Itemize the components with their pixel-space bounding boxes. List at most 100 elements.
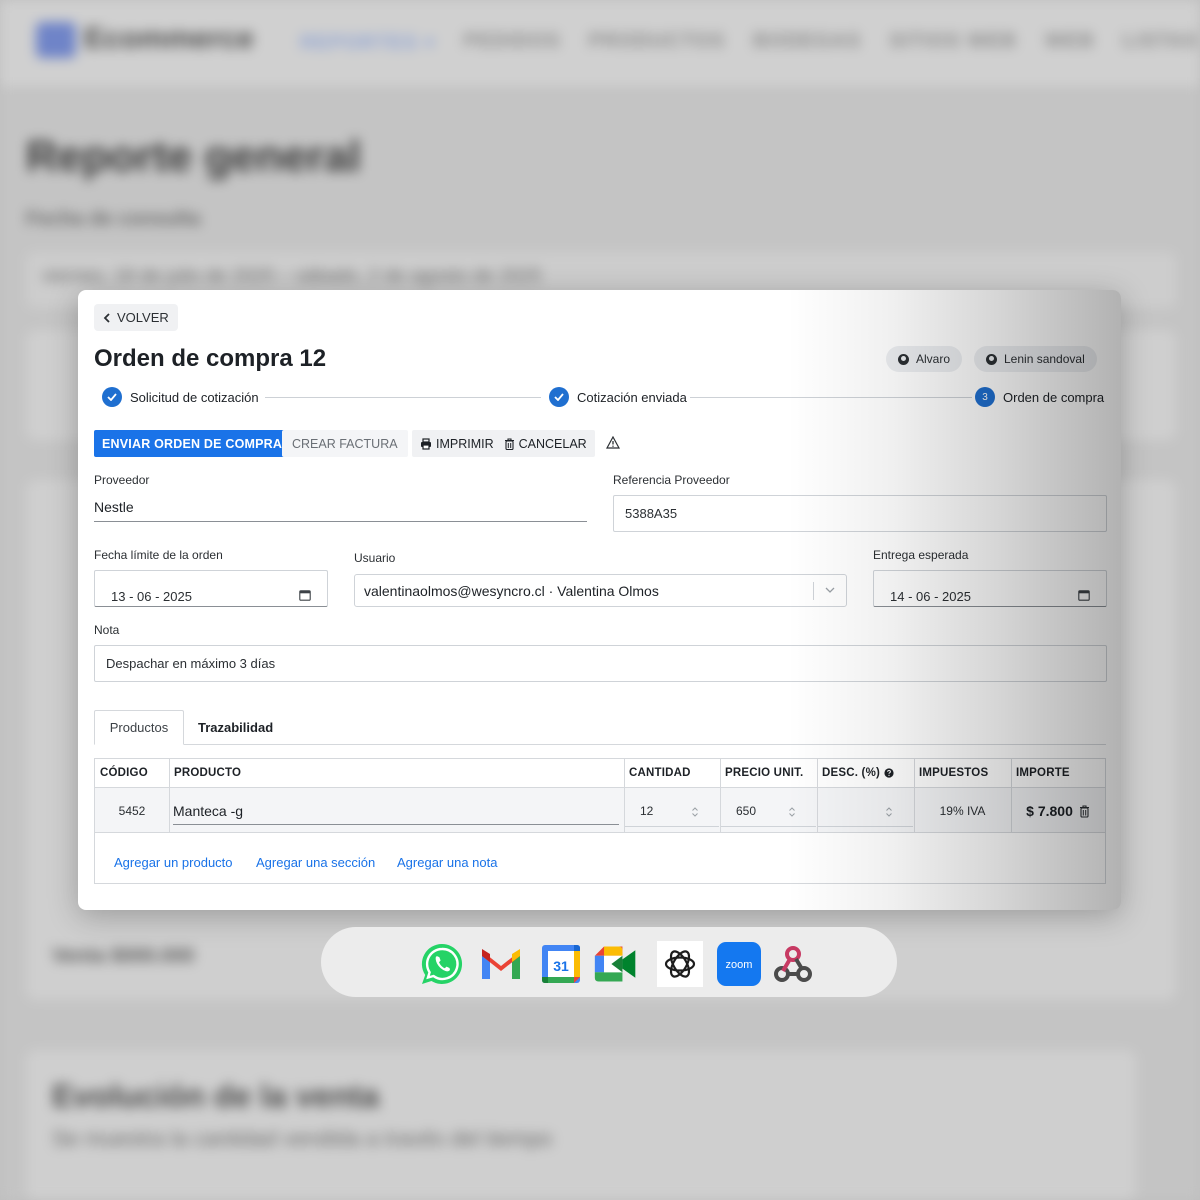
tab-traceability[interactable]: Trazabilidad	[198, 710, 273, 745]
step-label: Cotización enviada	[577, 389, 687, 405]
user-label: Usuario	[354, 551, 396, 565]
note-label: Nota	[94, 623, 120, 637]
note-field[interactable]: Despachar en máximo 3 días	[94, 645, 1107, 682]
bg-nav-item: PRODUCTOS	[588, 30, 726, 52]
stepper-line	[690, 397, 972, 398]
unit-price-stepper[interactable]: 650	[721, 795, 816, 827]
bg-nav-item: REPORTES ▾	[300, 32, 436, 54]
spinner-arrows-icon	[886, 807, 892, 817]
user-chip-label: Alvaro	[916, 352, 951, 366]
product-name-field[interactable]: Manteca -g	[173, 797, 619, 825]
step-label: Solicitud de cotización	[130, 389, 259, 405]
purchase-order-modal: VOLVER Orden de compra 12 Alvaro Lenin s…	[78, 290, 1121, 910]
user-chip-label: Lenin sandoval	[1004, 352, 1085, 366]
trash-icon[interactable]	[1079, 804, 1090, 818]
check-icon	[549, 387, 569, 407]
chevron-down-icon	[825, 587, 835, 593]
tab-products[interactable]: Productos	[94, 710, 184, 745]
google-meet-icon[interactable]	[593, 941, 639, 987]
supplier-ref-field[interactable]: 5388A35	[613, 495, 1107, 532]
unit-price-value: 650	[736, 803, 757, 818]
discount-stepper[interactable]	[818, 795, 913, 827]
column-divider	[624, 759, 625, 833]
deadline-value: 13 - 06 - 2025	[111, 589, 192, 604]
user-icon	[986, 353, 997, 365]
delivery-date-field[interactable]: 14 - 06 - 2025	[873, 570, 1107, 607]
user-select[interactable]: valentinaolmos@wesyncro.cl · Valentina O…	[354, 574, 847, 607]
cancel-button[interactable]: CANCELAR	[504, 437, 587, 451]
spinner-arrows-icon	[692, 807, 698, 817]
zoom-label: zoom	[726, 959, 753, 971]
bg-nav-item: SITIOS WEB	[889, 30, 1017, 52]
warning-icon[interactable]	[606, 436, 620, 449]
column-header: DESC. (%)	[817, 759, 914, 787]
whatsapp-icon[interactable]	[419, 941, 465, 987]
send-order-button[interactable]: ENVIAR ORDEN DE COMPRA	[94, 430, 291, 457]
column-divider	[169, 759, 170, 833]
google-calendar-icon[interactable]: 31	[538, 941, 584, 987]
zoom-icon[interactable]: zoom	[716, 941, 762, 987]
column-divider	[914, 759, 915, 833]
products-table: CÓDIGO PRODUCTO CANTIDAD PRECIO UNIT. DE…	[94, 758, 1106, 884]
add-note-link[interactable]: Agregar una nota	[397, 855, 497, 870]
add-section-link[interactable]: Agregar una sección	[256, 855, 375, 870]
spinner-arrows-icon	[789, 807, 795, 817]
column-divider	[817, 759, 818, 833]
step-label: Orden de compra	[1003, 389, 1105, 405]
bg-section-subtitle: Se muestra la cantidad vendida a través …	[52, 1126, 553, 1151]
trash-icon	[504, 437, 514, 450]
supplier-field[interactable]: Nestle	[94, 499, 587, 522]
back-button[interactable]: VOLVER	[94, 304, 178, 331]
printer-icon	[421, 437, 431, 450]
bg-nav-item: BODEGAS	[753, 30, 862, 52]
tax-value: 19% IVA	[939, 804, 986, 818]
column-header: CÓDIGO	[100, 767, 148, 779]
bg-logo-text: Ecommerce	[84, 22, 255, 55]
column-header: PRODUCTO	[174, 767, 242, 779]
print-button[interactable]: IMPRIMIR	[420, 437, 494, 451]
select-separator	[813, 582, 814, 600]
quantity-stepper[interactable]: 12	[625, 795, 719, 827]
cancel-label: CANCELAR	[518, 436, 587, 451]
chevron-left-icon	[103, 312, 110, 323]
table-row: 5452 Manteca -g 12 650 19% IVA $ 7.800	[95, 787, 1105, 833]
print-label: IMPRIMIR	[436, 436, 494, 451]
action-button-group: IMPRIMIR CANCELAR	[412, 430, 595, 457]
tab-bar: Productos Trazabilidad	[94, 710, 1106, 745]
bg-nav-items: REPORTES ▾ PEDIDOS PRODUCTOS BODEGAS SIT…	[300, 30, 1198, 55]
deadline-label: Fecha límite de la orden	[94, 548, 223, 562]
step-number: 3	[975, 387, 995, 407]
help-icon[interactable]	[884, 768, 894, 778]
back-label: VOLVER	[117, 310, 169, 325]
bg-page-title: Reporte general	[26, 132, 361, 181]
app-dock: 31 zoom	[321, 927, 897, 997]
deadline-date-field[interactable]: 13 - 06 - 2025	[94, 570, 328, 607]
step-quote-request: Solicitud de cotización	[102, 387, 259, 407]
bg-total: Venta $000.000	[52, 945, 195, 967]
bg-nav-item: LISTAS	[1122, 30, 1199, 52]
column-header: CANTIDAD	[629, 767, 691, 779]
gmail-icon[interactable]	[478, 941, 524, 987]
add-product-link[interactable]: Agregar un producto	[114, 855, 233, 870]
calendar-icon	[299, 590, 311, 601]
page-title: Orden de compra 12	[94, 345, 327, 372]
bg-logo-icon	[36, 22, 76, 58]
openai-icon[interactable]	[657, 941, 703, 987]
quantity-value: 12	[640, 803, 654, 818]
user-chip-alvaro[interactable]: Alvaro	[886, 346, 963, 372]
create-invoice-button[interactable]: CREAR FACTURA	[282, 430, 408, 457]
stepper-line	[265, 397, 541, 398]
amount-cell: $ 7.800	[1011, 788, 1105, 834]
bg-nav-item: PEDIDOS	[463, 30, 561, 52]
supplier-label: Proveedor	[94, 473, 150, 487]
webhook-icon[interactable]	[770, 941, 816, 987]
supplier-ref-label: Referencia Proveedor	[613, 473, 730, 487]
product-code: 5452	[118, 804, 146, 818]
user-icon	[898, 353, 909, 365]
bg-navbar: Ecommerce REPORTES ▾ PEDIDOS PRODUCTOS B…	[0, 0, 1200, 90]
column-header: IMPUESTOS	[919, 767, 989, 779]
user-chip-lenin[interactable]: Lenin sandoval	[974, 346, 1097, 372]
bg-subtitle: Fecha de consulta	[26, 208, 201, 230]
check-icon	[102, 387, 122, 407]
column-header: IMPORTE	[1016, 767, 1070, 779]
